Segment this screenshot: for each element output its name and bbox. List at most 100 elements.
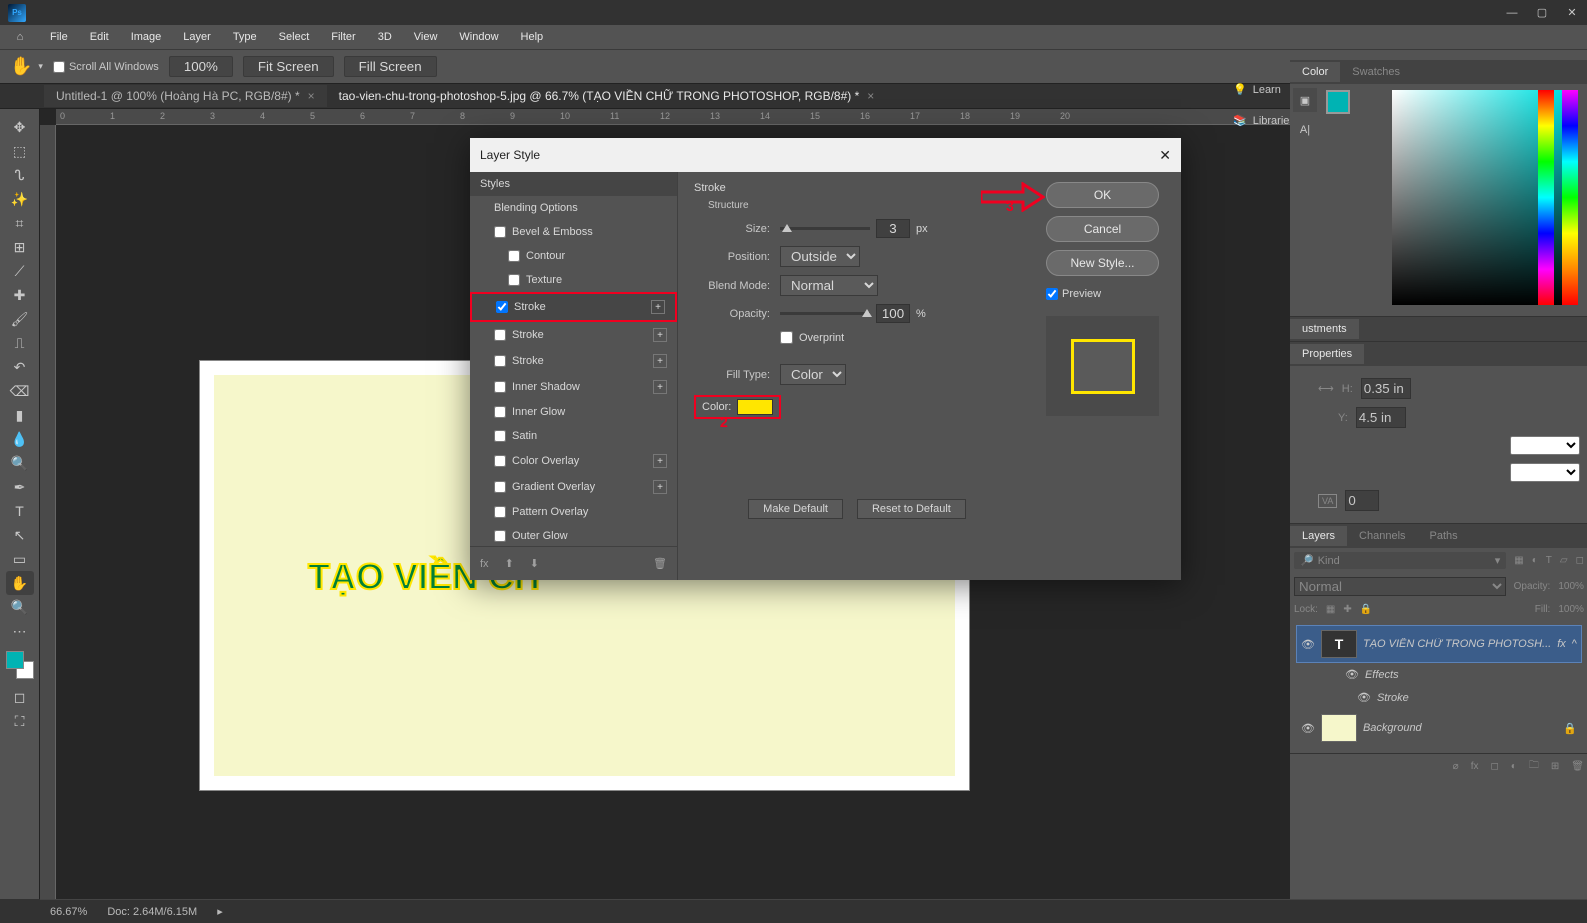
menu-edit[interactable]: Edit [80, 28, 119, 46]
filter-shape-icon[interactable]: ▱ [1560, 555, 1568, 566]
dialog-close-button[interactable]: ✕ [1159, 147, 1171, 164]
screen-mode-tool[interactable]: ⛶ [6, 709, 34, 733]
quick-mask-tool[interactable]: ◻ [6, 685, 34, 709]
history-brush-tool[interactable]: ↶ [6, 355, 34, 379]
colorpanel-cube-icon[interactable]: ▣ [1293, 88, 1317, 112]
stroke-item-2[interactable]: Stroke+ [470, 322, 677, 348]
outer-glow-checkbox[interactable] [494, 530, 506, 542]
stroke-3-checkbox[interactable] [494, 355, 506, 367]
fill-val[interactable]: 100% [1558, 604, 1584, 615]
size-slider[interactable] [780, 227, 870, 230]
color-picker[interactable] [1392, 90, 1562, 305]
styles-header[interactable]: Styles [470, 172, 677, 196]
stroke-add-icon[interactable]: + [651, 300, 665, 314]
make-default-button[interactable]: Make Default [748, 499, 843, 519]
outer-glow-item[interactable]: Outer Glow [470, 524, 677, 546]
down-arrow-icon[interactable]: ⬇ [530, 557, 539, 570]
filter-adjust-icon[interactable]: ◐ [1532, 555, 1538, 566]
chevron-down-icon[interactable]: ▾ [38, 61, 43, 72]
bevel-emboss-item[interactable]: Bevel & Emboss [470, 220, 677, 244]
quick-select-tool[interactable]: ✨ [6, 187, 34, 211]
blending-options-item[interactable]: Blending Options [470, 196, 677, 220]
swatches-panel-tab[interactable]: Swatches [1340, 62, 1412, 82]
filter-smart-icon[interactable]: ◻ [1576, 555, 1584, 566]
visibility-icon[interactable]: 👁 [1357, 691, 1371, 704]
reset-default-button[interactable]: Reset to Default [857, 499, 966, 519]
stroke-1-checkbox[interactable] [496, 301, 508, 313]
size-input[interactable] [876, 219, 910, 238]
bevel-checkbox[interactable] [494, 226, 506, 238]
visibility-icon[interactable]: 👁 [1301, 638, 1315, 651]
prop-select-2[interactable] [1510, 463, 1580, 482]
tab-1[interactable]: Untitled-1 @ 100% (Hoàng Hà PC, RGB/8#) … [44, 85, 327, 107]
crop-tool[interactable]: ⌗ [6, 211, 34, 235]
properties-panel-tab[interactable]: Properties [1290, 344, 1364, 364]
inner-glow-checkbox[interactable] [494, 406, 506, 418]
blend-mode-select[interactable]: Normal [780, 275, 878, 296]
stroke-2-checkbox[interactable] [494, 329, 506, 341]
lasso-tool[interactable]: ᔐ [6, 163, 34, 187]
background-layer-row[interactable]: 👁 Background 🔒 [1296, 709, 1582, 747]
blur-tool[interactable]: 💧 [6, 427, 34, 451]
plus-icon[interactable]: + [653, 380, 667, 394]
layer-fx-icon[interactable]: fx [1471, 761, 1479, 772]
inner-shadow-checkbox[interactable] [494, 381, 506, 393]
minimize-button[interactable]: — [1497, 0, 1527, 25]
dodge-tool[interactable]: 🔍 [6, 451, 34, 475]
adjustments-panel-tab[interactable]: ustments [1290, 319, 1359, 339]
inner-glow-item[interactable]: Inner Glow [470, 400, 677, 424]
stroke-add-icon[interactable]: + [653, 354, 667, 368]
link-layers-icon[interactable]: ⌀ [1453, 761, 1459, 772]
satin-checkbox[interactable] [494, 430, 506, 442]
color-overlay-checkbox[interactable] [494, 455, 506, 467]
layer-mask-icon[interactable]: ◻ [1490, 761, 1498, 772]
stamp-tool[interactable]: ⎍ [6, 331, 34, 355]
opacity-slider[interactable] [780, 312, 870, 315]
hue-slider-2[interactable] [1562, 90, 1578, 305]
visibility-icon[interactable]: 👁 [1301, 722, 1315, 735]
plus-icon[interactable]: + [653, 480, 667, 494]
prop-select-1[interactable] [1510, 436, 1580, 455]
menu-layer[interactable]: Layer [173, 28, 221, 46]
up-arrow-icon[interactable]: ⬆ [505, 557, 514, 570]
menu-window[interactable]: Window [449, 28, 508, 46]
fit-screen-button[interactable]: Fit Screen [243, 56, 334, 77]
status-chevron-icon[interactable]: ▸ [217, 905, 223, 918]
lock-all-icon[interactable]: 🔒 [1360, 604, 1372, 615]
pattern-overlay-item[interactable]: Pattern Overlay [470, 500, 677, 524]
hand-tool-icon[interactable]: ✋ [10, 56, 32, 77]
opacity-input[interactable] [876, 304, 910, 323]
gradient-tool[interactable]: ▮ [6, 403, 34, 427]
ok-button[interactable]: OK [1046, 182, 1159, 208]
maximize-button[interactable]: ▢ [1527, 0, 1557, 25]
prop-va-input[interactable] [1345, 490, 1379, 511]
pen-tool[interactable]: ✒ [6, 475, 34, 499]
menu-image[interactable]: Image [121, 28, 172, 46]
stroke-item-1[interactable]: Stroke+ [470, 292, 677, 322]
texture-item[interactable]: Texture 1 [470, 268, 677, 292]
lock-icon[interactable]: 🔒 [1563, 722, 1577, 735]
hand-tool[interactable]: ✋ [6, 571, 34, 595]
expand-icon[interactable]: ^ [1572, 638, 1577, 650]
colorpanel-a-icon[interactable]: A| [1293, 118, 1317, 142]
fill-type-select[interactable]: Color [780, 364, 846, 385]
move-tool[interactable]: ✥ [6, 115, 34, 139]
overprint-checkbox[interactable] [780, 331, 793, 344]
libraries-panel-button[interactable]: 📚 Libraries [1221, 109, 1289, 132]
menu-type[interactable]: Type [223, 28, 267, 46]
cancel-button[interactable]: Cancel [1046, 216, 1159, 242]
inner-shadow-item[interactable]: Inner Shadow+ [470, 374, 677, 400]
type-tool[interactable]: T [6, 499, 34, 523]
plus-icon[interactable]: + [653, 454, 667, 468]
marquee-tool[interactable]: ⬚ [6, 139, 34, 163]
heal-tool[interactable]: ✚ [6, 283, 34, 307]
shape-tool[interactable]: ▭ [6, 547, 34, 571]
color-swatches[interactable] [6, 651, 34, 679]
stroke-add-icon[interactable]: + [653, 328, 667, 342]
preview-checkbox[interactable] [1046, 288, 1058, 300]
ruler-vertical[interactable] [40, 125, 56, 899]
gradient-overlay-item[interactable]: Gradient Overlay+ [470, 474, 677, 500]
hue-slider[interactable] [1538, 90, 1554, 305]
more-tools[interactable]: ⋯ [6, 619, 34, 643]
menu-3d[interactable]: 3D [368, 28, 402, 46]
